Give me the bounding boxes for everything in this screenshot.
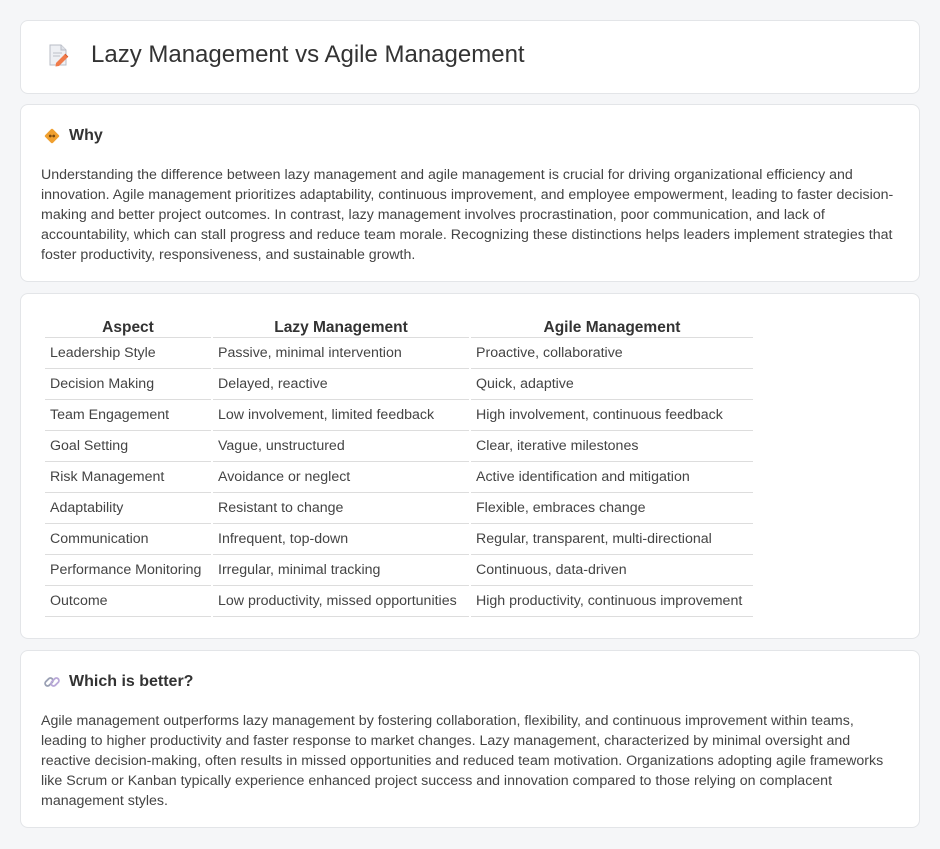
table-row: Performance Monitoring Irregular, minima… [45,555,753,586]
better-text: Agile management outperforms lazy manage… [41,713,884,809]
aspect-cell: Risk Management [45,462,211,493]
comparison-section: Aspect Lazy Management Agile Management … [20,293,920,639]
header-agile-management: Agile Management [471,316,753,338]
table-row: Adaptability Resistant to change Flexibl… [45,493,753,524]
page-title: Lazy Management vs Agile Management [91,41,525,68]
lazy-cell: Resistant to change [213,493,469,524]
table-row: Communication Infrequent, top-down Regul… [45,524,753,555]
aspect-cell: Outcome [45,586,211,617]
agile-cell: Quick, adaptive [471,369,753,400]
table-row: Risk Management Avoidance or neglect Act… [45,462,753,493]
table-row: Team Engagement Low involvement, limited… [45,400,753,431]
agile-cell: High involvement, continuous feedback [471,400,753,431]
header-lazy-management: Lazy Management [213,316,469,338]
aspect-cell: Team Engagement [45,400,211,431]
table-row: Leadership Style Passive, minimal interv… [45,338,753,369]
aspect-cell: Communication [45,524,211,555]
which-is-better-section: Which is better? Agile management outper… [20,650,920,828]
lazy-cell: Vague, unstructured [213,431,469,462]
lazy-cell: Avoidance or neglect [213,462,469,493]
lazy-cell: Low involvement, limited feedback [213,400,469,431]
better-title: Which is better? [69,673,194,690]
table-header-row: Aspect Lazy Management Agile Management [45,316,753,338]
why-title: Why [69,127,103,144]
agile-cell: Active identification and mitigation [471,462,753,493]
header-aspect: Aspect [45,316,211,338]
agile-cell: Continuous, data-driven [471,555,753,586]
diamond-sign-icon [43,127,61,145]
lazy-cell: Infrequent, top-down [213,524,469,555]
agile-cell: High productivity, continuous improvemen… [471,586,753,617]
title-row: Lazy Management vs Agile Management [45,41,525,69]
agile-cell: Clear, iterative milestones [471,431,753,462]
why-heading: Why [43,127,103,145]
aspect-cell: Adaptability [45,493,211,524]
lazy-cell: Passive, minimal intervention [213,338,469,369]
comparison-table: Aspect Lazy Management Agile Management … [43,316,755,617]
document-pencil-icon [45,42,71,68]
why-text: Understanding the difference between laz… [41,167,894,263]
agile-cell: Proactive, collaborative [471,338,753,369]
table-row: Decision Making Delayed, reactive Quick,… [45,369,753,400]
better-heading: Which is better? [43,673,193,691]
aspect-cell: Goal Setting [45,431,211,462]
agile-cell: Flexible, embraces change [471,493,753,524]
why-section: Why Understanding the difference between… [20,104,920,282]
aspect-cell: Performance Monitoring [45,555,211,586]
aspect-cell: Decision Making [45,369,211,400]
table-row: Goal Setting Vague, unstructured Clear, … [45,431,753,462]
aspect-cell: Leadership Style [45,338,211,369]
header-card: Lazy Management vs Agile Management [20,20,920,94]
lazy-cell: Irregular, minimal tracking [213,555,469,586]
table-row: Outcome Low productivity, missed opportu… [45,586,753,617]
lazy-cell: Delayed, reactive [213,369,469,400]
link-icon [43,673,61,691]
agile-cell: Regular, transparent, multi-directional [471,524,753,555]
lazy-cell: Low productivity, missed opportunities [213,586,469,617]
